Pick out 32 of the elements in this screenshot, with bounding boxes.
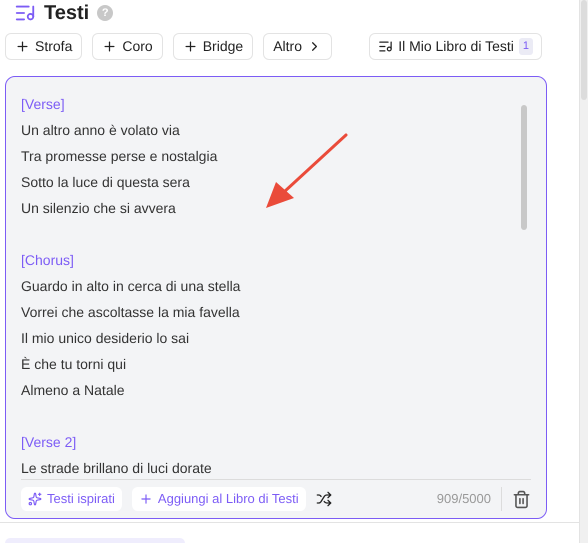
lyric-line: Tra promesse perse e nostalgia bbox=[21, 147, 218, 166]
sparkle-icon bbox=[28, 492, 42, 506]
library-button[interactable]: Il Mio Libro di Testi 1 bbox=[369, 33, 542, 60]
lyrics-editor[interactable] bbox=[5, 76, 547, 519]
add-section-button[interactable]: Coro bbox=[92, 33, 163, 60]
plus-icon bbox=[182, 39, 198, 54]
trash-icon[interactable] bbox=[512, 490, 531, 508]
add-section-button[interactable]: Strofa bbox=[5, 33, 82, 60]
lyric-line: È che tu torni qui bbox=[21, 355, 128, 374]
lyric-line: Un altro anno è volato via bbox=[21, 121, 181, 140]
lyric-line: Vorrei che ascoltasse la mia favella bbox=[21, 303, 241, 322]
plus-icon bbox=[138, 492, 153, 506]
shuffle-icon[interactable] bbox=[316, 491, 332, 507]
lyric-line: Il mio unico desiderio lo sai bbox=[21, 329, 190, 348]
add-section-button[interactable]: Bridge bbox=[172, 33, 254, 60]
lyric-line: Le strade brillano di luci dorate bbox=[21, 459, 213, 478]
section-label: [Verse 2] bbox=[21, 433, 78, 452]
section-title: Testi bbox=[44, 1, 90, 25]
lyric-line: Un silenzio che si avvera bbox=[21, 199, 177, 218]
add-to-library-button[interactable]: Aggiungi al Libro di Testi bbox=[132, 487, 306, 511]
music-list-icon bbox=[378, 39, 394, 54]
section-label: [Chorus] bbox=[21, 251, 75, 270]
lyric-line: Guardo in alto in cerca di una stella bbox=[21, 277, 242, 296]
count-badge: 1 bbox=[518, 38, 533, 55]
more-button[interactable]: Altro bbox=[263, 33, 332, 60]
character-counter: 909/5000 bbox=[436, 490, 491, 508]
lyric-line: Sotto la luce di questa sera bbox=[21, 173, 191, 192]
inspire-button[interactable]: Testi ispirati bbox=[21, 487, 122, 511]
lyric-line: Almeno a Natale bbox=[21, 381, 126, 400]
section-label: [Verse] bbox=[21, 95, 66, 114]
plus-icon bbox=[102, 39, 118, 54]
plus-icon bbox=[15, 39, 30, 54]
